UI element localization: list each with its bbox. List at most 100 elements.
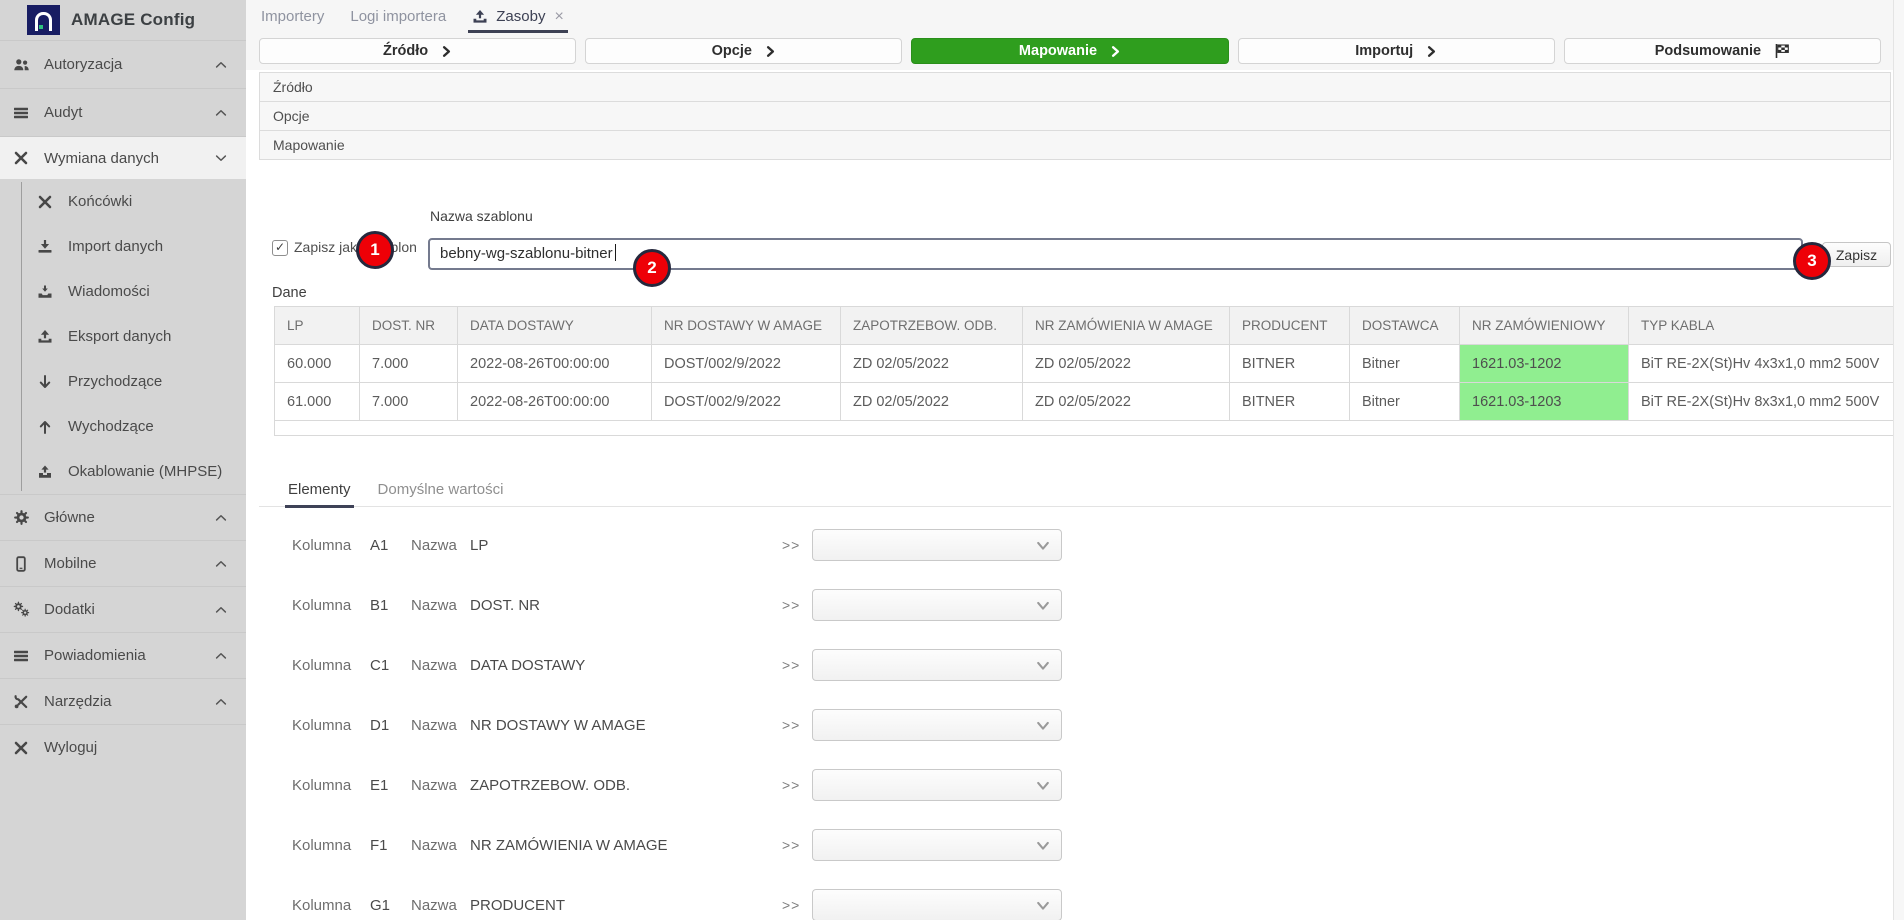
accordion-section-źródło[interactable]: Źródło [259, 72, 1891, 102]
main-content: Importery Logi importera Zasoby × Źródło… [246, 0, 1904, 920]
tab-logi-importera[interactable]: Logi importera [337, 0, 459, 33]
sidebar-item-przychodzące[interactable]: Przychodzące [0, 359, 246, 404]
column-mapping-list: Kolumna A1 Nazwa LP >> Kolumna B1 Nazwa … [259, 528, 1891, 920]
target-field-select[interactable] [812, 829, 1062, 861]
chevron-up-icon [214, 58, 228, 72]
wizard-step-label: Podsumowanie [1655, 43, 1761, 59]
source-column-name: LP [470, 537, 782, 554]
sidebar-item-label: Wymiana danych [44, 150, 159, 167]
save-button[interactable]: Zapisz [1822, 242, 1891, 267]
text-cursor [615, 244, 616, 261]
tabs-divider [259, 506, 1891, 507]
upload-tray-icon [37, 329, 59, 345]
column-header: NR ZAMÓWIENIOWY [1460, 307, 1629, 345]
list-icon [13, 105, 35, 121]
wizard-step-label: Importuj [1355, 43, 1413, 59]
upload-tray-icon [472, 9, 488, 25]
gear-icon [13, 509, 35, 526]
target-field-select[interactable] [812, 889, 1062, 920]
table-cell: 1621.03-1203 [1460, 383, 1629, 421]
table-cell: BiT RE-2X(St)Hv 8x3x1,0 mm2 500V [1629, 383, 1895, 421]
sidebar-item-audyt[interactable]: Audyt [0, 88, 246, 136]
mapping-tabs: Elementy Domyślne wartości [288, 481, 503, 508]
target-field-select[interactable] [812, 529, 1062, 561]
wizard-step-label: Opcje [712, 43, 752, 59]
chevron-down-icon [1036, 899, 1050, 913]
chevron-down-icon [1036, 779, 1050, 793]
name-label: Nazwa [411, 837, 470, 854]
name-label: Nazwa [411, 777, 470, 794]
target-field-select[interactable] [812, 709, 1062, 741]
sidebar: AMAGE Config Autoryzacja Audyt Wymiana d… [0, 0, 246, 920]
table-cell: ZD 02/05/2022 [1023, 383, 1230, 421]
tools-icon [13, 694, 35, 710]
wizard-step-źródło[interactable]: Źródło [259, 38, 576, 64]
sidebar-item-wyloguj[interactable]: Wyloguj [0, 724, 246, 770]
column-letter: G1 [370, 897, 411, 914]
sidebar-item-label: Okablowanie (MHPSE) [68, 463, 222, 480]
sidebar-item-okablowanie-mhpse[interactable]: Okablowanie (MHPSE) [0, 449, 246, 494]
accordion-section-opcje[interactable]: Opcje [259, 101, 1891, 131]
mapping-tab-elementy[interactable]: Elementy [288, 481, 351, 508]
maps-to-arrow: >> [782, 777, 812, 793]
wizard-step-label: Źródło [383, 43, 428, 59]
column-header: LP [275, 307, 360, 345]
sidebar-item-label: Główne [44, 509, 95, 526]
chevron-right-icon [765, 45, 776, 58]
sidebar-item-wiadomości[interactable]: Wiadomości [0, 269, 246, 314]
wizard-step-mapowanie[interactable]: Mapowanie [911, 38, 1228, 64]
wizard-step-podsumowanie[interactable]: Podsumowanie [1564, 38, 1881, 64]
upload-case-icon [37, 464, 59, 480]
sidebar-item-końcówki[interactable]: Końcówki [0, 179, 246, 224]
sidebar-submenu: Końcówki Import danych Wiadomości Ekspor… [0, 179, 246, 494]
tab-zasoby[interactable]: Zasoby × [459, 0, 577, 33]
wizard-step-importuj[interactable]: Importuj [1238, 38, 1555, 64]
table-cell: 1621.03-1202 [1460, 345, 1629, 383]
sidebar-item-label: Wyloguj [44, 739, 97, 756]
column-label: Kolumna [292, 597, 370, 614]
sidebar-item-wychodzące[interactable]: Wychodzące [0, 404, 246, 449]
inbox-icon [37, 284, 59, 300]
sidebar-item-główne[interactable]: Główne [0, 494, 246, 540]
tab-bar: Importery Logi importera Zasoby × [246, 0, 577, 33]
table-cell: DOST/002/9/2022 [652, 383, 841, 421]
accordion-section-mapowanie[interactable]: Mapowanie [259, 130, 1891, 160]
sidebar-item-powiadomienia[interactable]: Powiadomienia [0, 632, 246, 678]
column-letter: D1 [370, 717, 411, 734]
phone-icon [13, 556, 35, 572]
target-field-select[interactable] [812, 589, 1062, 621]
column-label: Kolumna [292, 777, 370, 794]
sidebar-item-wymiana-danych[interactable]: Wymiana danych [0, 136, 246, 179]
sidebar-item-import-danych[interactable]: Import danych [0, 224, 246, 269]
app-logo: AMAGE Config [0, 0, 246, 40]
tab-label: Logi importera [350, 8, 446, 25]
target-field-select[interactable] [812, 649, 1062, 681]
sidebar-item-mobilne[interactable]: Mobilne [0, 540, 246, 586]
column-letter: C1 [370, 657, 411, 674]
table-cell: BITNER [1230, 383, 1350, 421]
tab-importery[interactable]: Importery [248, 0, 337, 33]
column-header: TYP KABLA [1629, 307, 1895, 345]
x-icon [37, 194, 59, 210]
source-column-name: NR ZAMÓWIENIA W AMAGE [470, 837, 782, 854]
checkered-flag-icon [1774, 43, 1790, 59]
table-cell: 7.000 [360, 383, 458, 421]
sidebar-item-eksport-danych[interactable]: Eksport danych [0, 314, 246, 359]
mapping-tab-domyślne-wartości[interactable]: Domyślne wartości [378, 481, 504, 508]
source-column-name: NR DOSTAWY W AMAGE [470, 717, 782, 734]
close-icon[interactable]: × [554, 8, 563, 26]
sidebar-item-label: Audyt [44, 104, 82, 121]
column-label: Kolumna [292, 717, 370, 734]
chevron-up-icon [214, 649, 228, 663]
wizard-step-opcje[interactable]: Opcje [585, 38, 902, 64]
source-column-name: PRODUCENT [470, 897, 782, 914]
chevron-down-icon [1036, 839, 1050, 853]
save-as-template-checkbox[interactable]: ✓ [272, 240, 288, 256]
table-cell: 2022-08-26T00:00:00 [458, 383, 652, 421]
vertical-scrollbar[interactable] [1893, 0, 1904, 920]
sidebar-item-autoryzacja[interactable]: Autoryzacja [0, 40, 246, 88]
sidebar-nav-top: Autoryzacja Audyt Wymiana danych [0, 40, 246, 179]
sidebar-item-dodatki[interactable]: Dodatki [0, 586, 246, 632]
sidebar-item-narzędzia[interactable]: Narzędzia [0, 678, 246, 724]
target-field-select[interactable] [812, 769, 1062, 801]
